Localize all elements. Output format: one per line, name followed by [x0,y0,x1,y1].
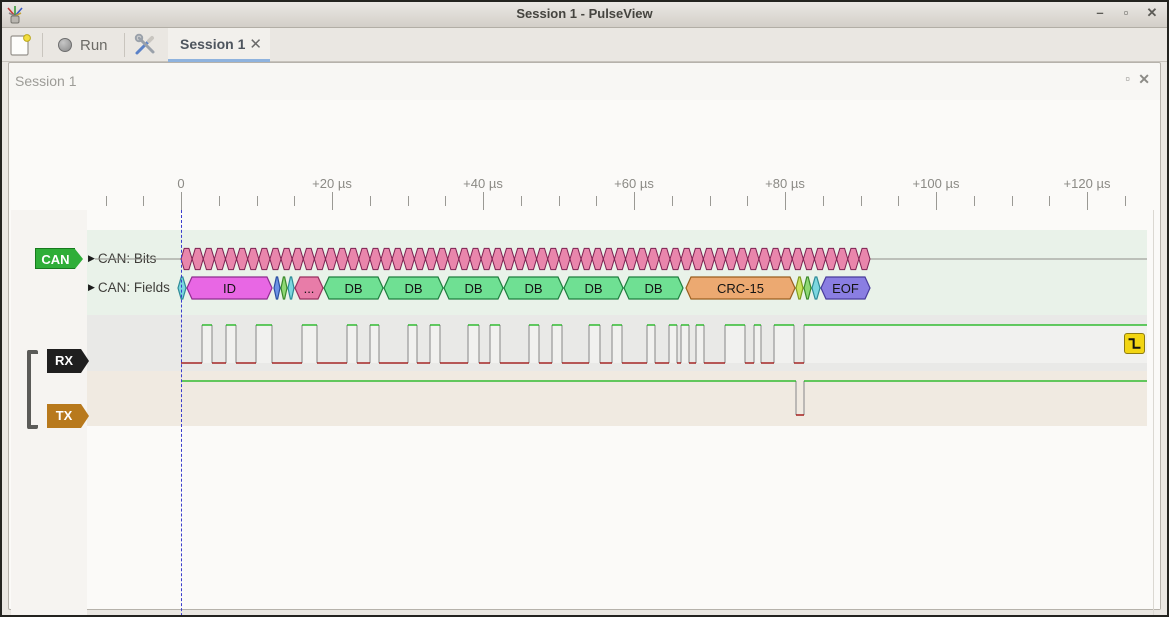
ruler-tick-minor [596,196,597,206]
rx-row-band [87,315,1147,371]
ruler-tick-minor [521,196,522,206]
channel-tag-rx[interactable]: RX [47,349,81,373]
dock-float-icon[interactable]: ▫ [1125,71,1130,86]
ruler-label: 0 [177,176,184,191]
falling-edge-trigger-icon [1126,335,1143,352]
ruler-tick-major [1087,192,1088,210]
ruler-tick-major [634,192,635,210]
trace-view[interactable]: 0+20 µs+40 µs+60 µs+80 µs+100 µs+120 µs … [10,100,1160,609]
run-icon [58,38,72,52]
ruler-tick-minor [861,196,862,206]
ruler-tick-minor [710,196,711,206]
tab-session-1[interactable]: Session 1 ✕ [168,28,270,61]
ruler-label: +120 µs [1064,176,1111,191]
ruler-tick-minor [1125,196,1126,206]
settings-button[interactable] [131,33,159,57]
ruler-tick-minor [257,196,258,206]
new-session-button[interactable] [8,33,34,57]
vertical-scrollbar-track[interactable] [1153,210,1154,617]
ruler-tick-major [483,192,484,210]
title-bar: Session 1 - PulseView – ▫ ✕ [0,0,1169,28]
ruler-tick-minor [370,196,371,206]
ruler-tick-minor [219,196,220,206]
window-title: Session 1 - PulseView [0,6,1169,21]
dock-title: Session 1 [15,73,76,89]
decoder-row-label-fields[interactable]: ▶ CAN: Fields [88,280,170,295]
ruler-tick-minor [294,196,295,206]
ruler-tick-minor [408,196,409,206]
maximize-icon[interactable]: ▫ [1119,5,1133,21]
ruler-tick-minor [898,196,899,206]
ruler-label: +100 µs [913,176,960,191]
channel-tag-tx[interactable]: TX [47,404,81,428]
ruler-tick-minor [106,196,107,206]
ruler-tick-minor [1049,196,1050,206]
minimize-icon[interactable]: – [1093,5,1107,21]
expand-arrow-icon[interactable]: ▶ [88,282,95,293]
ruler-tick-major [332,192,333,210]
run-button[interactable]: Run [52,32,114,58]
decoder-row-label-bits[interactable]: ▶ CAN: Bits [88,251,156,266]
time-zero-cursor[interactable] [181,210,182,617]
ruler-tick-minor [747,196,748,206]
ruler-label: +80 µs [765,176,805,191]
ruler-tick-minor [445,196,446,206]
ruler-label: +20 µs [312,176,352,191]
ruler-tick-minor [559,196,560,206]
tx-row-band [87,371,1147,426]
main-toolbar: Run Session 1 ✕ [0,28,1169,62]
ruler-tick-minor [143,196,144,206]
ruler-label: +60 µs [614,176,654,191]
expand-arrow-icon[interactable]: ▶ [88,253,95,264]
ruler-tick-minor [672,196,673,206]
close-icon[interactable]: ✕ [1145,5,1159,21]
session-dock: Session 1 ▫ ✕ [8,62,1161,610]
ruler-tick-minor [823,196,824,206]
new-session-icon [8,33,34,57]
ruler-tick-major [936,192,937,210]
ruler-tick-major [181,192,182,210]
rx-trigger-badge[interactable] [1124,333,1145,354]
ruler-label: +40 µs [463,176,503,191]
tab-label: Session 1 [180,36,245,52]
ruler-tick-major [785,192,786,210]
run-label: Run [80,37,108,54]
dock-close-icon[interactable]: ✕ [1138,71,1150,88]
toolbar-separator [42,33,43,57]
wrench-screwdriver-icon [131,33,159,57]
ruler-tick-minor [974,196,975,206]
tab-close-icon[interactable]: ✕ [249,35,262,53]
decoder-row-band [87,230,1147,315]
ruler-tick-minor [1012,196,1013,206]
channel-group-bracket[interactable] [27,350,38,429]
toolbar-separator [124,33,125,57]
decoder-tag-can[interactable]: CAN [35,248,75,269]
